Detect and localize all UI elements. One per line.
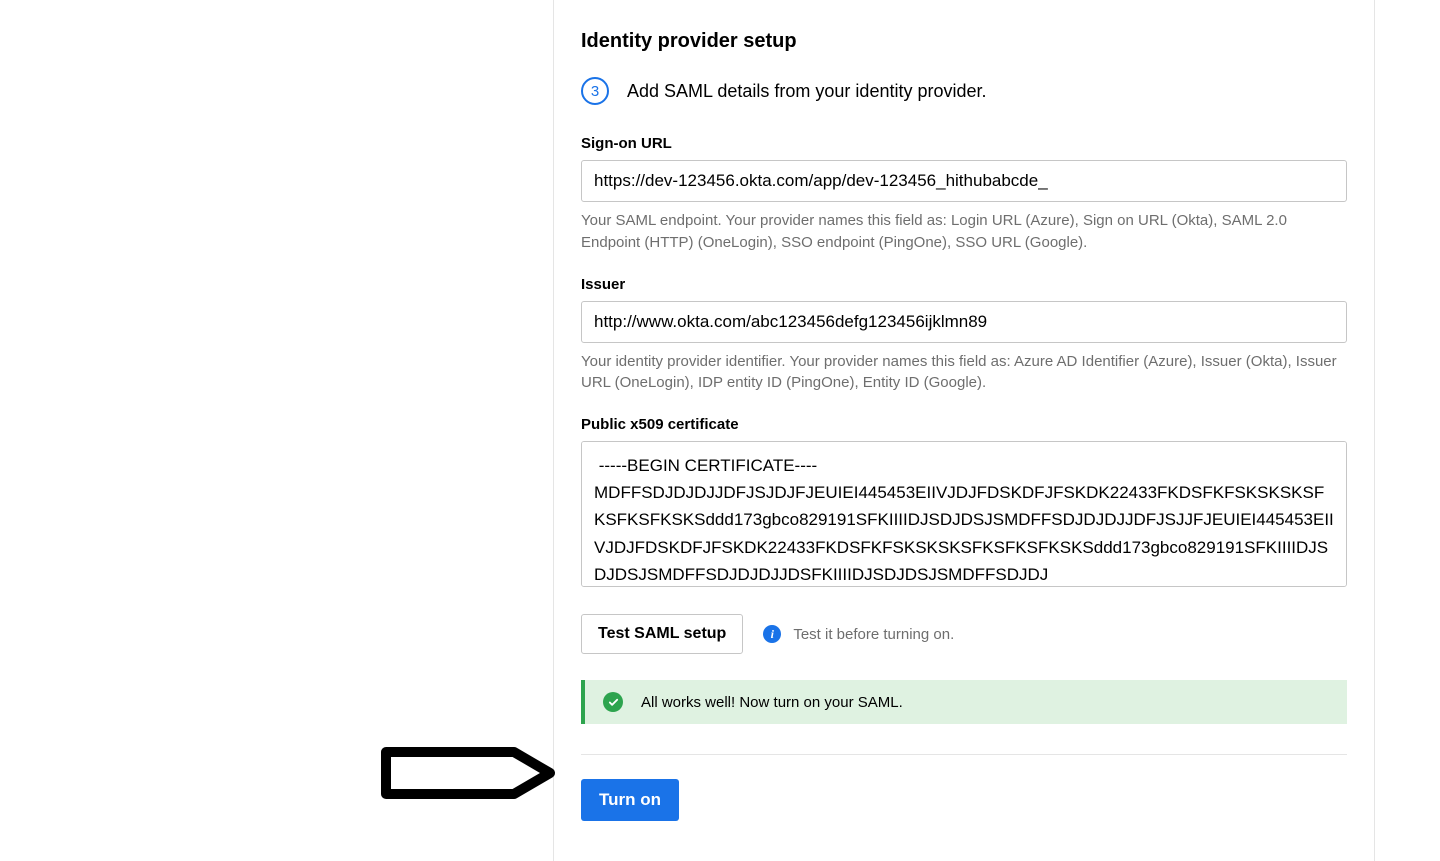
signon-url-help: Your SAML endpoint. Your provider names … (581, 210, 1347, 254)
issuer-label: Issuer (581, 276, 1347, 293)
test-hint-text: Test it before turning on. (793, 626, 954, 643)
step-row: 3 Add SAML details from your identity pr… (581, 77, 1347, 105)
issuer-input[interactable] (581, 301, 1347, 343)
test-row: Test SAML setup i Test it before turning… (581, 614, 1347, 654)
step-number-badge: 3 (581, 77, 609, 105)
signon-url-input[interactable] (581, 160, 1347, 202)
signon-url-field: Sign-on URL Your SAML endpoint. Your pro… (581, 135, 1347, 254)
check-circle-icon (603, 692, 623, 712)
success-message: All works well! Now turn on your SAML. (641, 694, 903, 711)
turn-on-button[interactable]: Turn on (581, 779, 679, 821)
saml-setup-panel: Identity provider setup 3 Add SAML detai… (553, 0, 1375, 861)
annotation-arrow-icon (374, 740, 570, 808)
step-description: Add SAML details from your identity prov… (627, 81, 987, 102)
success-banner: All works well! Now turn on your SAML. (581, 680, 1347, 724)
test-hint: i Test it before turning on. (763, 625, 954, 643)
issuer-field: Issuer Your identity provider identifier… (581, 276, 1347, 395)
certificate-textarea[interactable]: -----BEGIN CERTIFICATE---- MDFFSDJDJDJJD… (581, 441, 1347, 587)
issuer-help: Your identity provider identifier. Your … (581, 351, 1347, 395)
certificate-field: Public x509 certificate -----BEGIN CERTI… (581, 416, 1347, 592)
section-title: Identity provider setup (581, 30, 1347, 53)
test-saml-button[interactable]: Test SAML setup (581, 614, 743, 654)
signon-url-label: Sign-on URL (581, 135, 1347, 152)
info-icon: i (763, 625, 781, 643)
divider (581, 754, 1347, 755)
certificate-label: Public x509 certificate (581, 416, 1347, 433)
